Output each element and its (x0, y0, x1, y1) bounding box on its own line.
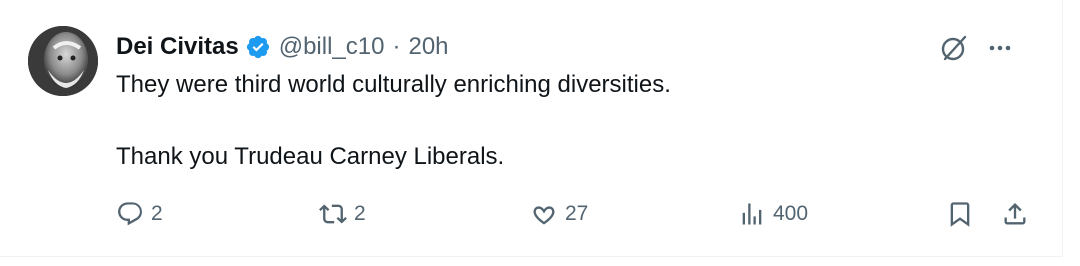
views-button[interactable]: 400 (738, 197, 808, 231)
like-button[interactable]: 27 (530, 197, 588, 231)
timestamp[interactable]: 20h (408, 33, 448, 61)
bookmark-icon (950, 202, 970, 227)
tweet-text: They were third world culturally enrichi… (116, 70, 996, 172)
tweet-paragraph: Thank you Trudeau Carney Liberals. (116, 143, 505, 170)
like-count: 27 (565, 202, 589, 225)
tweet-actions: 2 2 27 400 (116, 197, 1036, 231)
grok-icon[interactable] (938, 32, 970, 64)
share-button[interactable] (1001, 197, 1029, 231)
retweet-button[interactable]: 2 (319, 197, 366, 231)
retweet-icon (319, 204, 347, 224)
verified-badge-icon[interactable] (245, 34, 271, 60)
reply-icon (118, 202, 142, 226)
author-handle[interactable]: @bill_c10 (279, 33, 385, 61)
views-icon (742, 203, 762, 225)
avatar[interactable] (28, 26, 98, 96)
bookmark-button[interactable] (946, 197, 974, 231)
tweet-top-actions (924, 32, 1016, 64)
more-icon[interactable] (984, 32, 1016, 64)
reply-button[interactable]: 2 (116, 197, 163, 231)
retweet-count: 2 (354, 202, 366, 225)
view-count: 400 (773, 202, 809, 225)
tweet-paragraph: They were third world culturally enrichi… (116, 71, 671, 98)
tweet-header: Dei Civitas @bill_c10 · 20h (116, 30, 449, 64)
reply-count: 2 (151, 202, 163, 225)
like-icon (533, 206, 555, 225)
share-icon (1004, 203, 1026, 225)
author-name[interactable]: Dei Civitas (116, 33, 239, 61)
separator-dot: · (392, 33, 401, 60)
tweet-card[interactable]: Dei Civitas @bill_c10 · 20h They were th… (0, 0, 1063, 257)
